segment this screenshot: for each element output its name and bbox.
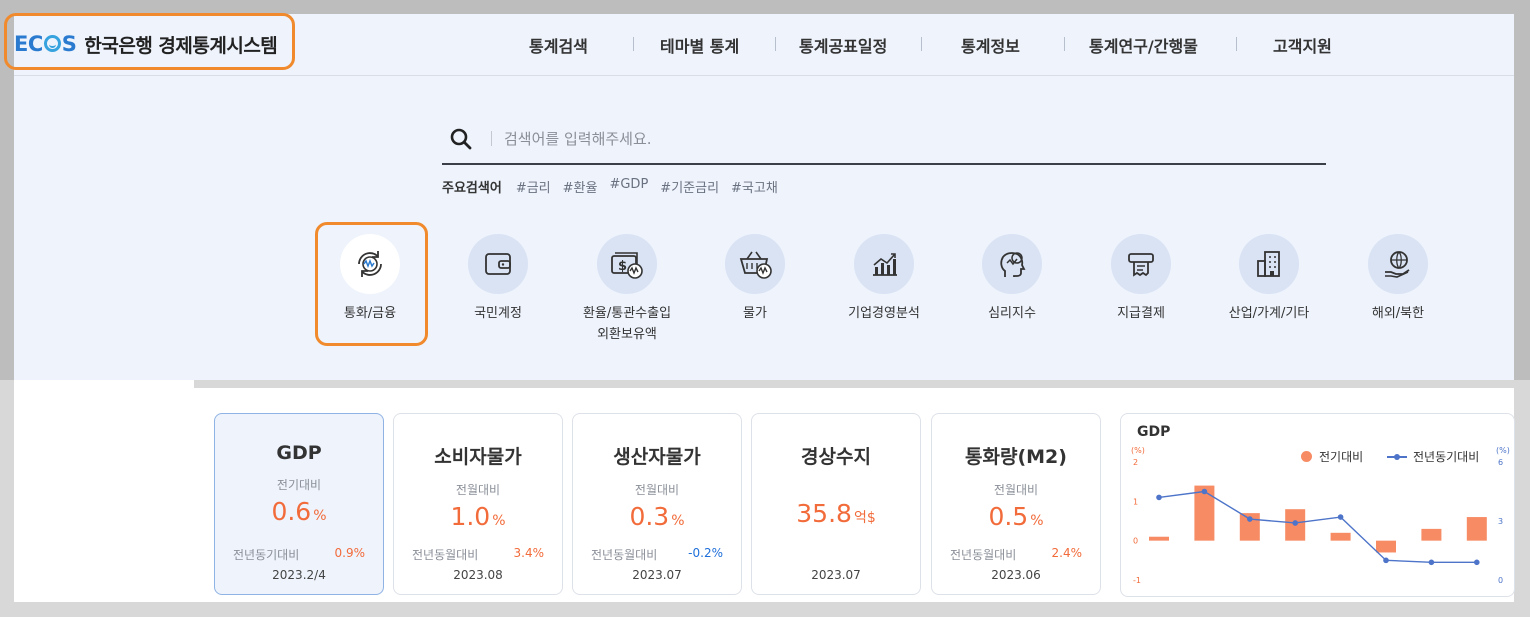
nav-item-theme-stats[interactable]: 테마별 통계 xyxy=(660,33,739,57)
category-business-analysis[interactable]: 기업경영분석 xyxy=(824,234,944,324)
card-date: 2023.06 xyxy=(991,568,1041,582)
nav-separator xyxy=(1064,37,1065,51)
card-sublabel: 전기대비 xyxy=(276,478,322,492)
category-label: 환율/통관수출입 외환보유액 xyxy=(582,306,672,342)
search-underline xyxy=(442,163,1326,165)
bar-qoq xyxy=(1421,528,1442,541)
money-exchange-icon: $ xyxy=(597,234,657,294)
category-national-accounts[interactable]: 국민계정 xyxy=(438,234,558,324)
category-label: 해외/북한 xyxy=(1371,306,1425,321)
search-input[interactable] xyxy=(504,127,1304,151)
point-yoy xyxy=(1292,520,1298,526)
nav-separator xyxy=(1236,37,1237,51)
right-axis-tick: 3 xyxy=(1498,517,1503,526)
card-value: 0.3% xyxy=(629,502,685,531)
popular-keywords: 주요검색어 #금리 #환율 #GDP #기준금리 #국고채 xyxy=(442,177,778,196)
bar-qoq xyxy=(1466,517,1487,541)
left-axis-tick: -1 xyxy=(1133,576,1141,585)
category-label: 산업/가계/기타 xyxy=(1228,306,1310,321)
bar-qoq xyxy=(1376,540,1396,553)
category-label: 국민계정 xyxy=(474,306,522,321)
card-title: 생산자물가 xyxy=(613,446,701,468)
point-yoy xyxy=(1247,516,1253,522)
category-sentiment-index[interactable]: 심리지수 xyxy=(952,234,1072,324)
keywords-label: 주요검색어 xyxy=(442,181,502,196)
indicator-card-m2[interactable]: 통화량(M2) 전월대비 0.5% 전년동월대비 2.4% 2023.06 xyxy=(931,413,1101,595)
keyword-link[interactable]: #금리 xyxy=(516,177,551,196)
left-axis-tick: 2 xyxy=(1133,458,1138,467)
card-sublabel xyxy=(752,481,920,495)
right-axis-tick: 6 xyxy=(1498,458,1503,467)
point-yoy xyxy=(1428,559,1435,566)
head-icon xyxy=(982,234,1042,294)
card-title: 경상수지 xyxy=(801,446,871,468)
card-value: 35.8 억$ xyxy=(796,499,876,528)
category-payment-settlement[interactable]: 지급결제 xyxy=(1081,234,1201,324)
payment-icon xyxy=(1111,234,1171,294)
right-axis-tick: 0 xyxy=(1498,576,1503,585)
card-value: 0.5% xyxy=(988,502,1044,531)
keyword-link[interactable]: #국고채 xyxy=(731,177,778,196)
chart-plot: 2 1 0 -1 6 3 0 xyxy=(1133,458,1503,585)
bar-qoq xyxy=(1330,532,1351,541)
card-sublabel: 전월대비 xyxy=(455,483,501,497)
card-value: 0.6% xyxy=(271,497,327,526)
bottom-left-panel xyxy=(14,380,194,602)
point-yoy xyxy=(1156,494,1162,501)
card-title: 소비자물가 xyxy=(434,446,522,468)
category-industry-household[interactable]: 산업/가계/기타 xyxy=(1209,234,1329,324)
card-date: 2023.07 xyxy=(811,568,861,582)
nav-item-support[interactable]: 고객지원 xyxy=(1273,33,1332,57)
card-sublabel: 전월대비 xyxy=(993,483,1039,497)
keyword-link[interactable]: #기준금리 xyxy=(660,177,719,196)
point-yoy xyxy=(1474,559,1480,566)
category-prices[interactable]: 물가 xyxy=(695,234,815,324)
category-highlight-box xyxy=(315,222,428,346)
globe-hand-icon xyxy=(1368,234,1428,294)
card-date: 2023.08 xyxy=(453,568,503,582)
gdp-chart[interactable]: GDP 전기대비 전년동기대비 (%) (%) 2 1 0 -1 6 3 0 xyxy=(1120,413,1515,597)
card-date: 2023.2/4 xyxy=(272,568,326,582)
card-title: GDP xyxy=(276,442,322,464)
category-label: 심리지수 xyxy=(988,306,1036,321)
bar-qoq xyxy=(1149,536,1169,541)
card-date: 2023.07 xyxy=(632,568,682,582)
search-divider xyxy=(491,131,492,146)
nav-item-release-schedule[interactable]: 통계공표일정 xyxy=(799,33,887,57)
nav-separator xyxy=(633,37,634,51)
nav-separator xyxy=(921,37,922,51)
search-icon[interactable] xyxy=(450,128,472,150)
nav-item-research[interactable]: 통계연구/간행물 xyxy=(1089,33,1198,57)
category-label: 물가 xyxy=(743,306,767,321)
indicator-card-current-account[interactable]: 경상수지 35.8 억$ 2023.07 xyxy=(751,413,921,595)
bar-chart-icon xyxy=(854,234,914,294)
category-label: 기업경영분석 xyxy=(848,306,920,321)
indicator-card-cpi[interactable]: 소비자물가 전월대비 1.0% 전년동월대비 3.4% 2023.08 xyxy=(393,413,563,595)
main-nav: 통계검색 테마별 통계 통계공표일정 통계정보 통계연구/간행물 고객지원 xyxy=(0,33,1530,57)
card-value: 1.0% xyxy=(450,502,506,531)
card-sublabel: 전월대비 xyxy=(634,483,680,497)
card-title: 통화량(M2) xyxy=(965,446,1067,468)
wallet-icon xyxy=(468,234,528,294)
indicator-card-ppi[interactable]: 생산자물가 전월대비 0.3% 전년동월대비 -0.2% 2023.07 xyxy=(572,413,742,595)
keyword-link[interactable]: #GDP xyxy=(609,177,648,196)
left-axis-tick: 0 xyxy=(1133,537,1138,546)
point-yoy xyxy=(1201,488,1208,495)
svg-text:$: $ xyxy=(618,259,627,274)
nav-separator xyxy=(775,37,776,51)
building-icon xyxy=(1239,234,1299,294)
category-exchange-trade[interactable]: $ 환율/통관수출입 외환보유액 xyxy=(567,234,687,345)
category-label: 지급결제 xyxy=(1117,306,1165,321)
keyword-link[interactable]: #환율 xyxy=(563,177,598,196)
nav-item-stat-info[interactable]: 통계정보 xyxy=(961,33,1020,57)
point-yoy xyxy=(1383,557,1389,564)
category-overseas-nk[interactable]: 해외/북한 xyxy=(1338,234,1458,324)
basket-icon xyxy=(725,234,785,294)
point-yoy xyxy=(1337,514,1344,520)
indicator-card-gdp[interactable]: GDP 전기대비 0.6% 전년동기대비 0.9% 2023.2/4 xyxy=(214,413,384,595)
nav-item-stat-search[interactable]: 통계검색 xyxy=(529,33,588,57)
left-axis-tick: 1 xyxy=(1133,497,1138,506)
